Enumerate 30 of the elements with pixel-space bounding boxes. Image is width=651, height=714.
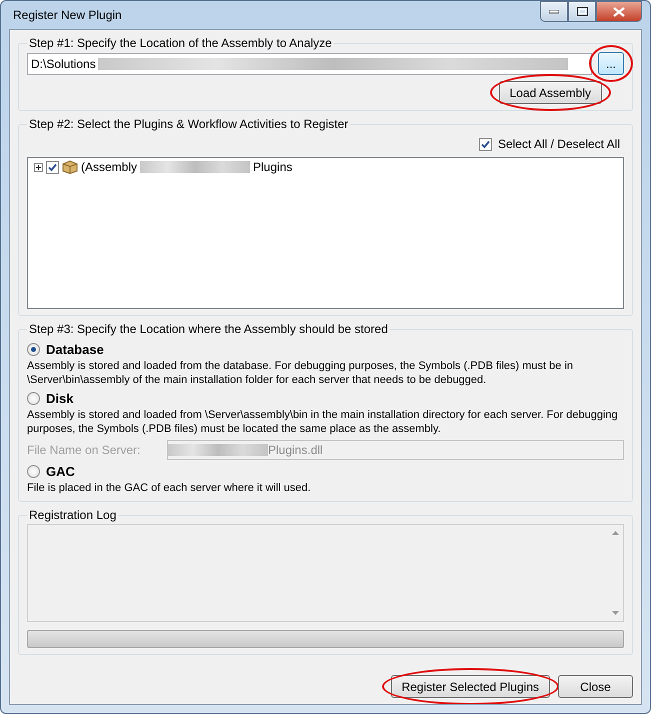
package-icon bbox=[62, 160, 78, 174]
radio-button[interactable] bbox=[27, 392, 40, 405]
group-title: Registration Log bbox=[28, 508, 118, 522]
radio-button[interactable] bbox=[27, 343, 40, 356]
group-title: Step #1: Specify the Location of the Assembly to Analyze bbox=[28, 36, 333, 50]
checkbox[interactable] bbox=[46, 160, 59, 174]
expand-icon[interactable] bbox=[34, 162, 43, 172]
close-icon[interactable] bbox=[596, 1, 642, 22]
tree-item-label[interactable]: Plugins bbox=[253, 160, 292, 174]
radio-label[interactable]: GAC bbox=[46, 464, 75, 479]
option-description: File is placed in the GAC of each server where it will used. bbox=[27, 481, 312, 495]
option-description: Assembly is stored and loaded from \Server\assembly\bin in the main installation directory for each server. For debugging purposes, the Symbols (.PDB files) must be located the same place as the assembly. bbox=[27, 408, 619, 436]
radio-label[interactable]: Database bbox=[46, 342, 104, 357]
checkbox-label[interactable]: Select All / Deselect All bbox=[498, 137, 620, 151]
path-field[interactable]: D:\Solutions bbox=[27, 52, 592, 74]
radio-button[interactable] bbox=[27, 465, 40, 478]
option-description: Assembly is stored and loaded from the database. For debugging purposes, the Symbols (.PDB files) must be in \Server\bin\assembly of the main installation folder for each server that needs to be debugged. bbox=[27, 359, 574, 387]
minimize-icon[interactable] bbox=[540, 1, 568, 22]
window-title: Register New Plugin bbox=[12, 8, 122, 22]
group-title: Step #3: Specify the Location where the Assembly should be stored bbox=[28, 322, 389, 336]
group-title: Step #2: Select the Plugins & Workflow Activities to Register bbox=[28, 117, 350, 131]
radio-label[interactable]: Disk bbox=[46, 391, 74, 406]
dialog-button[interactable]: Close bbox=[558, 675, 633, 698]
field-label: File Name on Server: bbox=[27, 443, 142, 457]
dialog-button[interactable]: Register Selected Plugins bbox=[390, 675, 550, 698]
maximize-icon[interactable] bbox=[568, 1, 596, 22]
browse-button[interactable]: ... bbox=[598, 52, 624, 75]
load-assembly-button[interactable]: Load Assembly bbox=[498, 81, 602, 104]
checkbox[interactable] bbox=[478, 138, 492, 150]
tree-item-label[interactable]: (Assembly bbox=[81, 160, 138, 174]
